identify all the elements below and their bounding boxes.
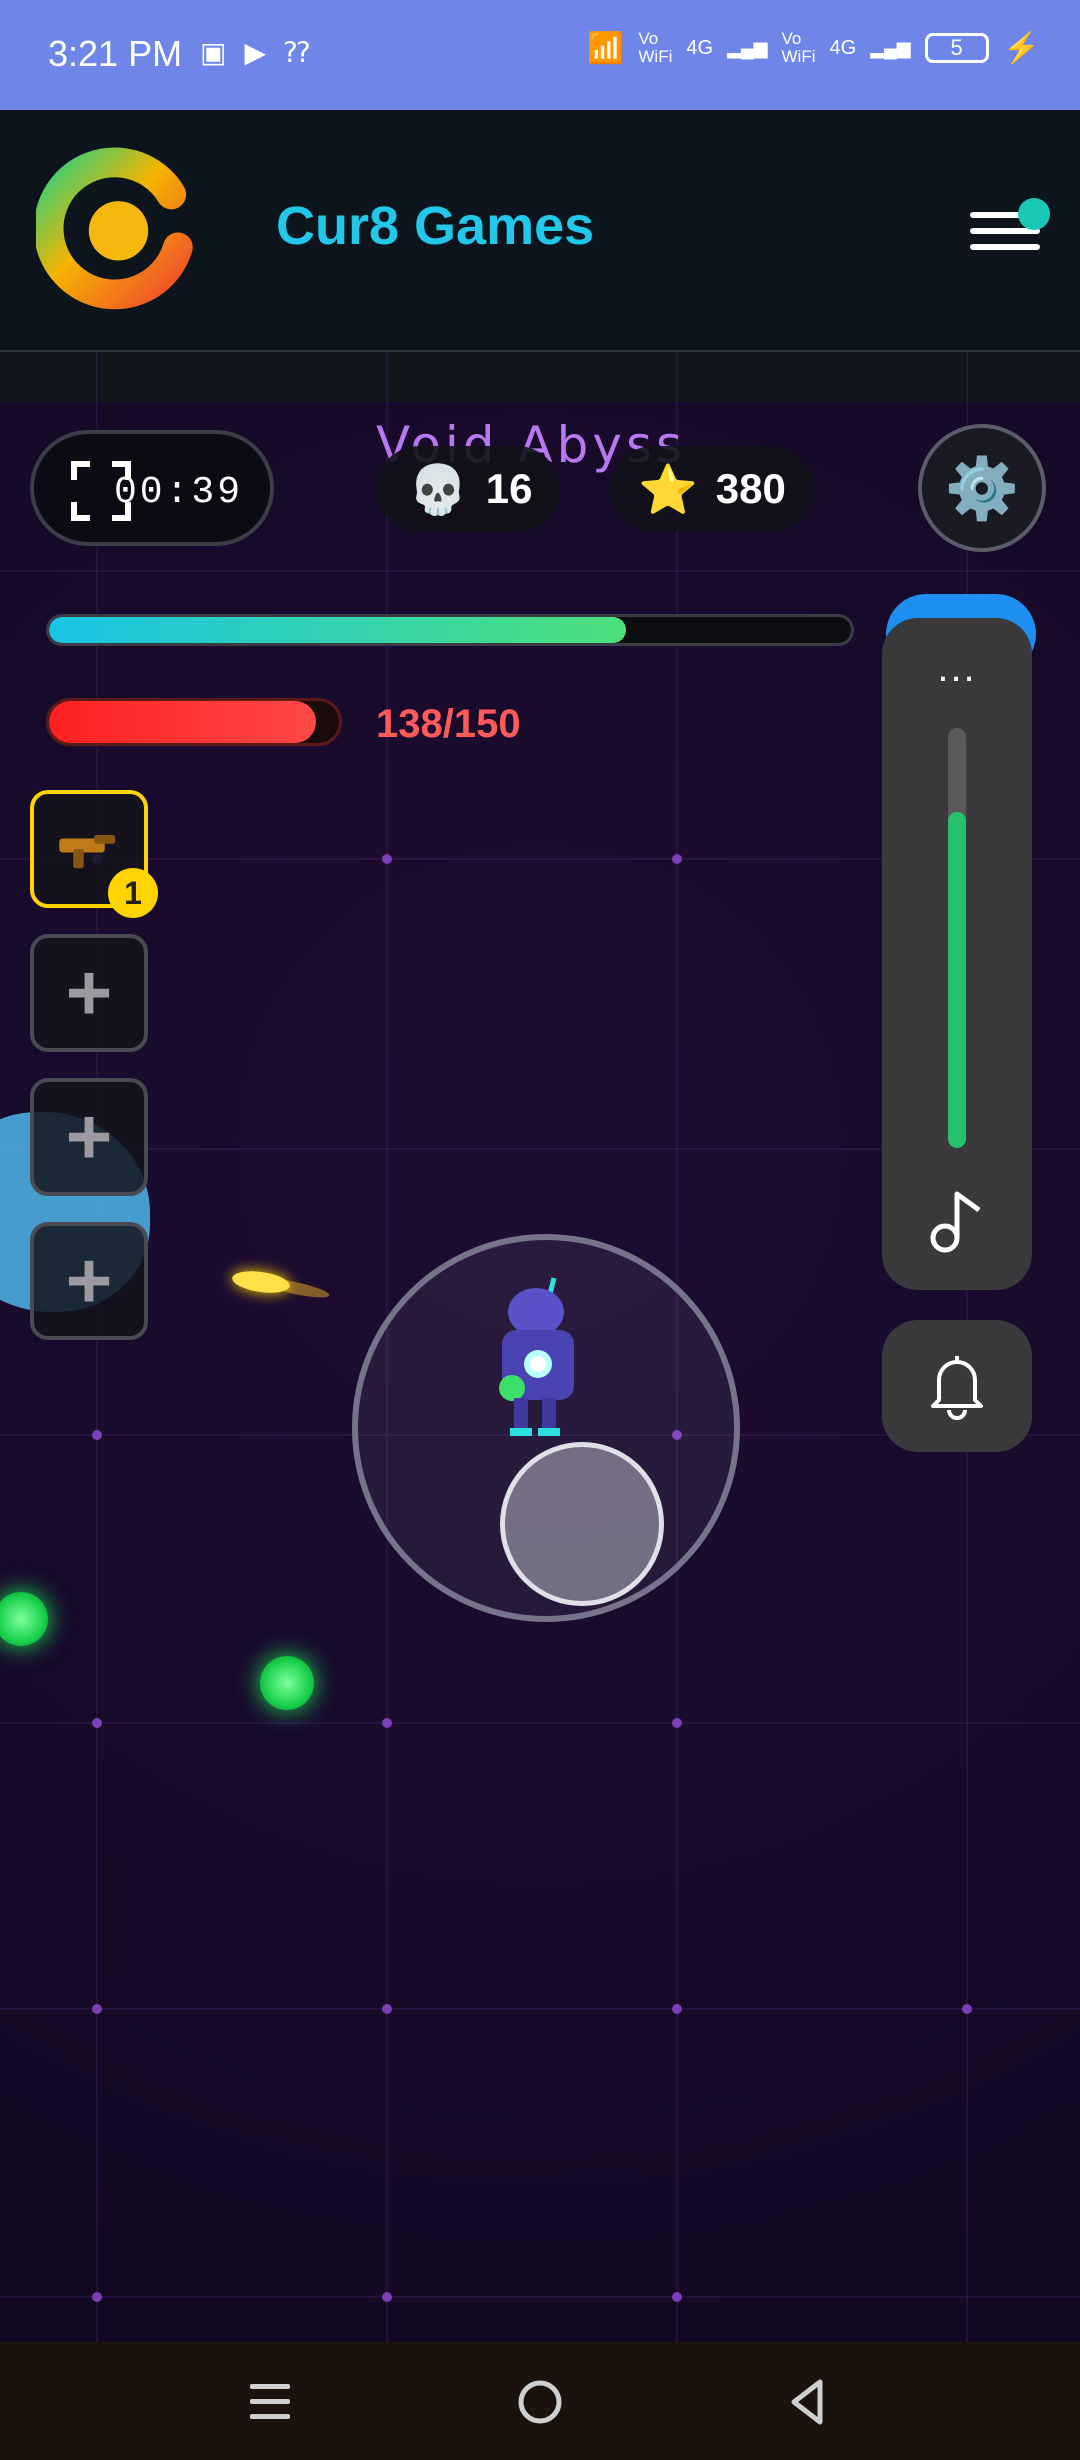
grid-dot: [92, 2292, 102, 2302]
status-time: 3:21 PM: [48, 33, 183, 74]
cell-signal-icon-1: ▂▄▆: [727, 37, 768, 58]
status-bar: 3:21 PM ▣ ▶ ⁇ 📶 Vo WiFi 4G ▂▄▆ Vo WiFi 4G …: [0, 0, 1080, 110]
xp-bar-fill: [49, 617, 627, 643]
grid-line: [0, 2296, 1080, 2298]
app-header: Cur8 Games: [0, 110, 1080, 352]
weapon-slot-2[interactable]: +: [30, 934, 148, 1052]
youtube-icon: ▶: [244, 37, 267, 68]
notification-volume-button[interactable]: [882, 1320, 1032, 1452]
more-options-button[interactable]: ...: [882, 646, 1032, 691]
grid-line: [0, 1722, 1080, 1724]
recent-apps-icon[interactable]: [240, 2372, 300, 2432]
hp-bar-fill: [49, 701, 316, 743]
joystick-knob[interactable]: [500, 1442, 664, 1606]
status-right-icons: 📶 Vo WiFi 4G ▂▄▆ Vo WiFi 4G ▂▄▆ 5 ⚡: [587, 30, 1040, 66]
grid-line: [0, 2008, 1080, 2010]
kills-counter: 💀 16: [376, 446, 560, 532]
battery-icon: 5: [924, 33, 989, 63]
notification-dot: [1018, 198, 1050, 230]
grid-dot: [92, 1430, 102, 1440]
brand-title: Cur8 Games: [276, 196, 595, 256]
volume-panel: ...: [882, 618, 1032, 1290]
grid-dot: [382, 1718, 392, 1728]
hp-bar: [46, 698, 342, 746]
grid-dot: [672, 2292, 682, 2302]
slot-count-badge: 1: [108, 868, 158, 918]
volume-slider[interactable]: [948, 728, 966, 1148]
timer-text: 00:39: [114, 471, 244, 514]
skull-icon: 💀: [408, 463, 468, 517]
grid-line: [96, 352, 98, 2342]
timer-display[interactable]: 00:39: [30, 430, 274, 546]
vowifi-label-2: Vo WiFi: [781, 29, 816, 66]
grid-dot: [672, 1718, 682, 1728]
grid-dot: [672, 854, 682, 864]
weapon-slot-3[interactable]: +: [30, 1078, 148, 1196]
grid-line: [0, 570, 1080, 572]
grid-dot: [382, 2292, 392, 2302]
charging-icon: ⚡: [1002, 31, 1040, 65]
notification-app-icon: ▣: [200, 37, 227, 68]
grid-dot: [92, 1718, 102, 1728]
bullet: [230, 1268, 292, 1296]
kills-value: 16: [485, 465, 533, 512]
cur8-logo[interactable]: [36, 145, 201, 310]
back-icon[interactable]: [778, 2372, 838, 2432]
player-robot: [499, 1277, 574, 1436]
xp-orb: [0, 1592, 48, 1646]
battery-level: 5: [950, 35, 963, 60]
network-type-1: 4G: [686, 36, 714, 59]
grid-dot: [962, 2004, 972, 2014]
stars-value: 380: [715, 465, 786, 512]
volume-slider-fill: [948, 812, 966, 1148]
grid-dot: [382, 854, 392, 864]
grid-dot: [382, 2004, 392, 2014]
blaster-gun-icon: [59, 835, 116, 869]
home-icon[interactable]: [510, 2372, 570, 2432]
wifi-icon: 📶: [587, 31, 625, 65]
cell-signal-icon-2: ▂▄▆: [870, 37, 911, 58]
status-notification-icons: ▣ ▶ ⁇: [200, 36, 310, 69]
weapon-slot-4[interactable]: +: [30, 1222, 148, 1340]
navigation-bar: [0, 2342, 1080, 2460]
hp-text: 138/150: [376, 702, 521, 746]
header-shadow-band: [0, 352, 1080, 402]
settings-button[interactable]: ⚙️: [918, 424, 1046, 552]
add-slot-plus-icon: +: [65, 1092, 113, 1181]
network-type-2: 4G: [829, 36, 857, 59]
gear-icon: ⚙️: [944, 454, 1020, 522]
weapon-slot-1[interactable]: 1: [30, 790, 158, 918]
signal-unknown-icon: ⁇: [284, 37, 310, 68]
star-icon: ⭐: [638, 463, 698, 517]
music-note-icon[interactable]: [927, 1188, 987, 1254]
grid-dot: [92, 2004, 102, 2014]
stars-counter: ⭐ 380: [610, 446, 814, 532]
grid-dot: [672, 2004, 682, 2014]
xp-orb: [260, 1656, 314, 1710]
xp-bar: [46, 614, 854, 646]
add-slot-plus-icon: +: [65, 1236, 113, 1325]
add-slot-plus-icon: +: [65, 948, 113, 1037]
vowifi-label-1: Vo WiFi: [638, 29, 673, 66]
bell-icon: [931, 1356, 983, 1420]
